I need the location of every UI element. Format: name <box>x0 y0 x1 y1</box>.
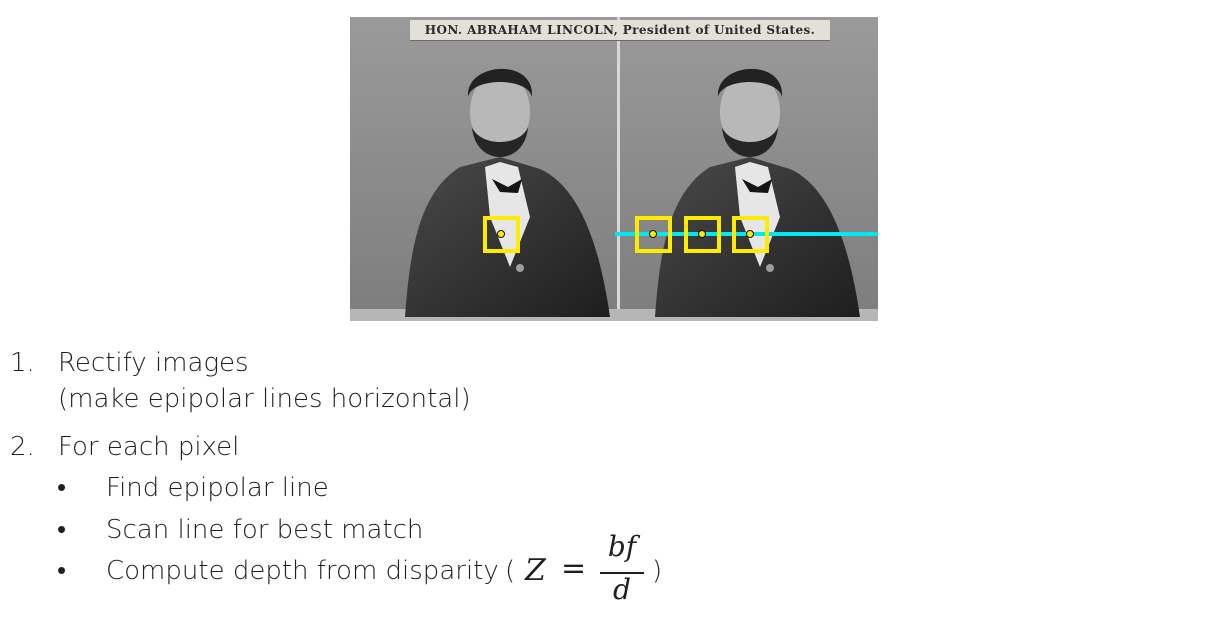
step-text: For each pixel <box>58 432 240 462</box>
bullet-text: Scan line for best match <box>106 515 424 545</box>
stereo-photo: HON. ABRAHAM LINCOLN, President of Unite… <box>350 17 878 321</box>
step-number: 2. <box>10 432 35 462</box>
step-number: 1. <box>10 348 35 378</box>
bullet-text: Find epipolar line <box>106 473 329 503</box>
formula-equals: = <box>561 551 587 586</box>
step-detail: (make epipolar lines horizontal) <box>58 384 471 414</box>
formula-open-paren: ( <box>505 556 516 586</box>
formula-numerator: bf <box>607 530 637 563</box>
bullet-marker: • <box>57 556 67 586</box>
bullet-text: Compute depth from disparity <box>106 556 499 586</box>
formula-lhs: Z <box>525 553 546 588</box>
bullet-marker: • <box>57 515 67 545</box>
formula-close-paren: ) <box>652 556 663 586</box>
stereo-photo-drawing <box>350 17 878 321</box>
step-text: Rectify images <box>58 348 249 378</box>
image-divider <box>617 17 620 321</box>
photo-caption: HON. ABRAHAM LINCOLN, President of Unite… <box>410 20 830 41</box>
formula-denominator: d <box>613 573 631 606</box>
bullet-marker: • <box>57 473 67 503</box>
